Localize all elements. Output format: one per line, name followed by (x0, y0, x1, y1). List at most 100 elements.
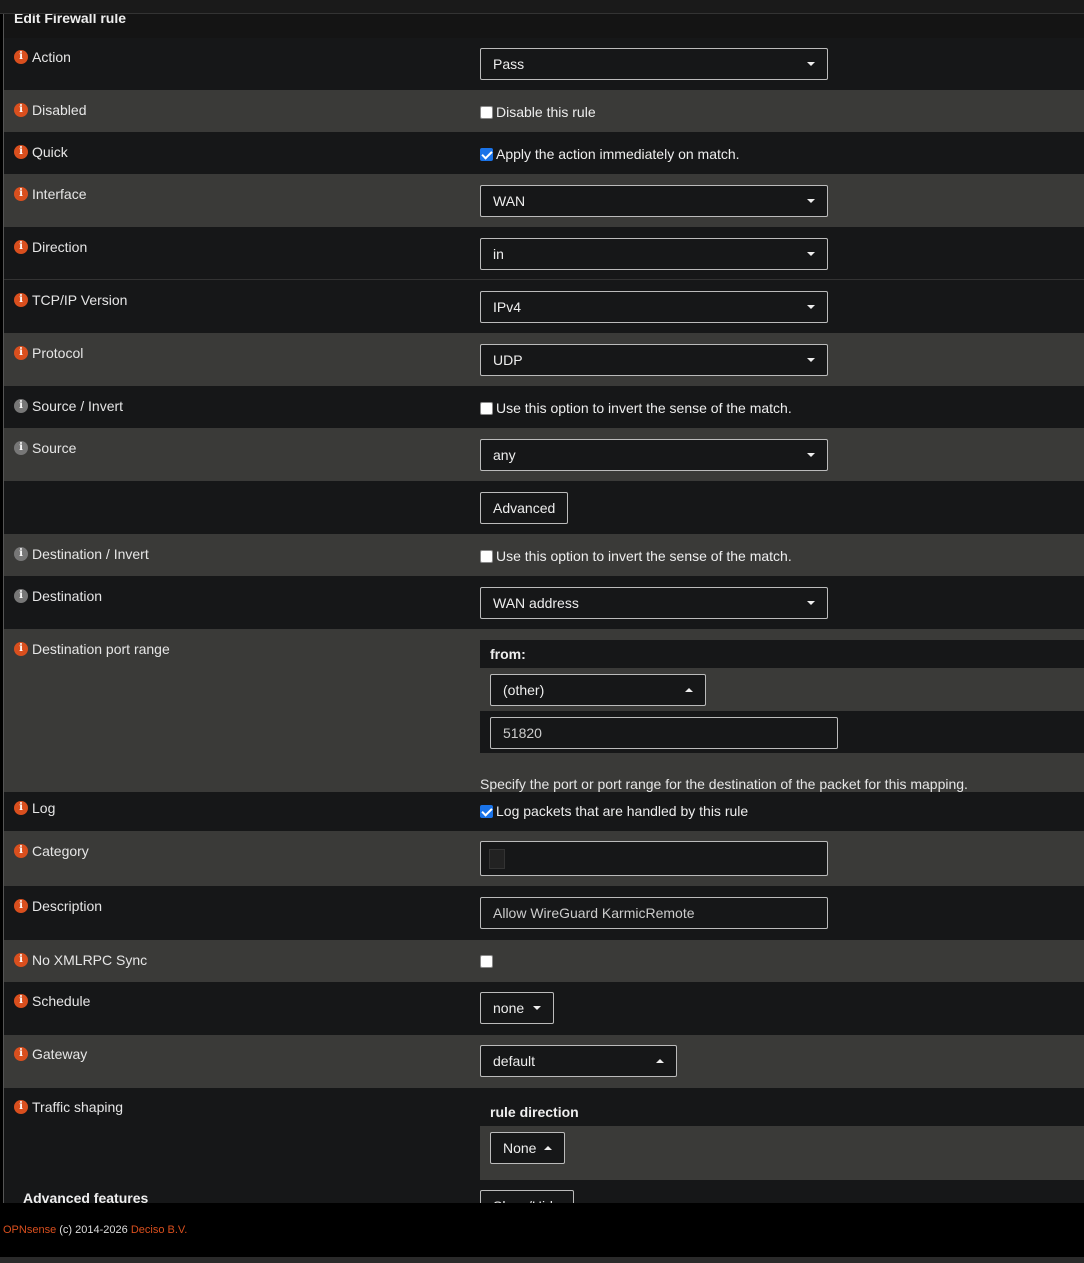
source-invert-checkbox[interactable] (480, 401, 493, 415)
info-icon[interactable]: i (14, 145, 28, 159)
select-value: WAN (493, 193, 526, 209)
row-destination-invert: i Destination / Invert Use this option t… (4, 534, 1084, 576)
quick-checkbox[interactable] (480, 147, 493, 161)
row-destination-port-range: i Destination port range from: (other) 5… (4, 629, 1084, 792)
source-advanced-button[interactable]: Advanced (480, 492, 569, 524)
label-destination-invert: i Destination / Invert (14, 546, 149, 562)
info-icon[interactable]: i (14, 346, 28, 360)
label-log: i Log (14, 800, 55, 816)
destination-invert-checkbox[interactable] (480, 549, 493, 563)
info-icon[interactable]: i (14, 801, 28, 815)
select-value: (other) (503, 682, 545, 698)
info-icon[interactable]: i (14, 1047, 28, 1061)
label-text: Action (32, 49, 71, 65)
select-value: none (493, 1000, 525, 1016)
info-icon[interactable]: i (14, 844, 28, 858)
top-bar (0, 0, 1084, 14)
info-icon[interactable]: i (14, 994, 28, 1008)
label-description: i Description (14, 898, 102, 914)
action-select[interactable]: Pass (480, 48, 828, 80)
destination-select[interactable]: WAN address (480, 587, 828, 619)
info-icon[interactable]: i (14, 1100, 28, 1114)
row-category: i Category (4, 831, 1084, 886)
caret-down-icon (807, 199, 815, 203)
label-text: Source (32, 440, 77, 456)
rule-direction-select[interactable]: None (490, 1132, 565, 1164)
shaping-strip (480, 1126, 1084, 1180)
ipversion-select[interactable]: IPv4 (480, 291, 828, 323)
schedule-select[interactable]: none (480, 992, 554, 1024)
info-icon[interactable]: i (14, 399, 28, 413)
select-value: IPv4 (493, 299, 522, 315)
info-icon[interactable]: i (14, 899, 28, 913)
disabled-check-line: Disable this rule (480, 104, 596, 120)
row-direction: i Direction in (4, 227, 1084, 280)
caret-down-icon (807, 453, 815, 457)
description-input[interactable]: Allow WireGuard KarmicRemote (480, 897, 828, 929)
row-disabled: i Disabled Disable this rule (4, 90, 1084, 132)
row-destination: i Destination WAN address (4, 576, 1084, 629)
label-gateway: i Gateway (14, 1046, 87, 1062)
check-text: Use this option to invert the sense of t… (496, 548, 792, 564)
label-category: i Category (14, 843, 89, 859)
deciso-link[interactable]: Deciso B.V. (131, 1224, 187, 1236)
label-text: Gateway (32, 1046, 88, 1062)
info-icon[interactable]: i (14, 441, 28, 455)
info-icon[interactable]: i (14, 589, 28, 603)
section-title: Edit Firewall rule (4, 14, 1084, 38)
direction-select[interactable]: in (480, 238, 828, 270)
select-value: any (493, 447, 516, 463)
info-icon[interactable]: i (14, 50, 28, 64)
caret-down-icon (807, 305, 815, 309)
show-hide-button[interactable]: Show/Hide (480, 1190, 574, 1203)
check-text: Log packets that are handled by this rul… (496, 803, 749, 819)
row-description: i Description Allow WireGuard KarmicRemo… (4, 886, 1084, 940)
label-text: Description (32, 898, 103, 914)
caret-down-icon (533, 1006, 541, 1010)
info-icon[interactable]: i (14, 642, 28, 656)
row-advanced-features: Advanced features Show/Hide (4, 1180, 1084, 1203)
advanced-features-label: Advanced features (23, 1190, 149, 1203)
from-subheader: from: (480, 640, 1084, 668)
interface-select[interactable]: WAN (480, 185, 828, 217)
label-text: Direction (32, 239, 88, 255)
row-quick: i Quick Apply the action immediately on … (4, 132, 1084, 174)
info-icon[interactable]: i (14, 547, 28, 561)
no-xmlrpc-sync-checkbox[interactable] (480, 955, 493, 968)
info-icon[interactable]: i (14, 953, 28, 967)
category-token-box (489, 848, 505, 869)
source-select[interactable]: any (480, 439, 828, 471)
port-from-input[interactable]: 51820 (490, 717, 838, 749)
label-destination-port-range: i Destination port range (14, 641, 170, 657)
firewall-rule-form: Edit Firewall rule i Action Pass i Disab… (4, 14, 1084, 1203)
info-icon[interactable]: i (14, 240, 28, 254)
category-input[interactable] (480, 841, 828, 876)
check-text: Apply the action immediately on match. (496, 146, 740, 162)
opnsense-link[interactable]: OPNsense (3, 1224, 56, 1236)
row-source-advanced: Advanced (4, 481, 1084, 534)
caret-down-icon (807, 358, 815, 362)
label-ipversion: i TCP/IP Version (14, 292, 127, 308)
check-text: Use this option to invert the sense of t… (496, 400, 792, 416)
info-icon[interactable]: i (14, 187, 28, 201)
info-icon[interactable]: i (14, 293, 28, 307)
info-icon[interactable]: i (14, 103, 28, 117)
row-schedule: i Schedule none (4, 982, 1084, 1035)
xmlrpc-check-line (480, 955, 496, 968)
row-traffic-shaping: i Traffic shaping rule direction None (4, 1088, 1084, 1180)
row-ipversion: i TCP/IP Version IPv4 (4, 280, 1084, 333)
log-checkbox[interactable] (480, 804, 493, 818)
label-no-xmlrpc-sync: i No XMLRPC Sync (14, 952, 147, 968)
gateway-select[interactable]: default (480, 1045, 677, 1077)
caret-up-icon (544, 1146, 552, 1150)
disabled-checkbox[interactable] (480, 105, 493, 119)
label-text: Protocol (32, 345, 84, 361)
label-text: Destination port range (32, 641, 170, 657)
port-from-select[interactable]: (other) (490, 674, 706, 706)
label-source-invert: i Source / Invert (14, 398, 123, 414)
select-value: None (503, 1140, 537, 1156)
row-interface: i Interface WAN (4, 174, 1084, 227)
select-value: default (493, 1053, 536, 1069)
row-gateway: i Gateway default (4, 1035, 1084, 1088)
protocol-select[interactable]: UDP (480, 344, 828, 376)
